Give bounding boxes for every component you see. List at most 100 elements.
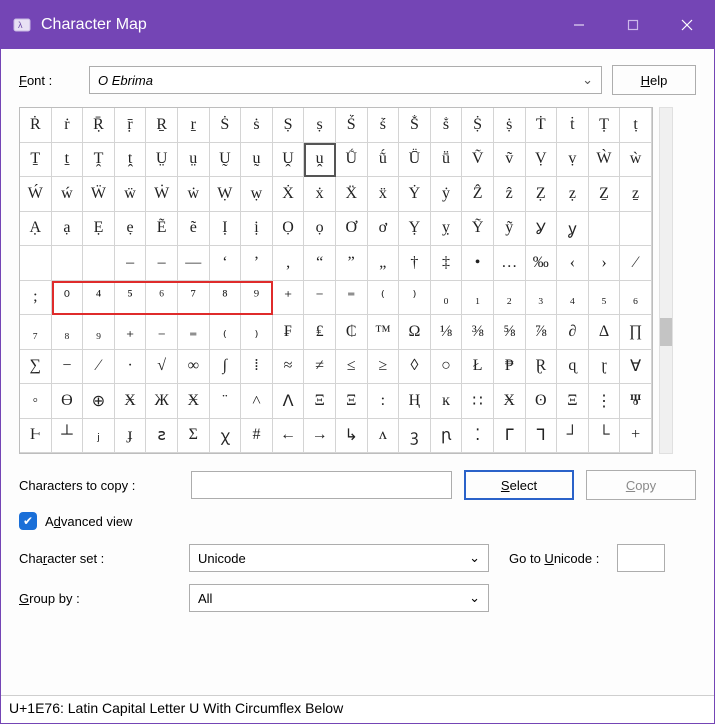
char-cell[interactable]: ṡ <box>241 108 273 143</box>
char-cell[interactable]: Ω <box>399 315 431 350</box>
char-cell[interactable]: ∙ <box>115 350 147 385</box>
char-cell[interactable]: ṽ <box>494 143 526 178</box>
char-cell[interactable]: ₉ <box>83 315 115 350</box>
char-cell[interactable]: ⁴ <box>83 281 115 316</box>
char-cell[interactable]: ⁶ <box>146 281 178 316</box>
char-cell[interactable]: Ṻ <box>399 143 431 178</box>
char-cell[interactable]: + <box>620 419 652 454</box>
char-cell[interactable]: ’ <box>241 246 273 281</box>
char-cell[interactable]: Ж <box>146 384 178 419</box>
char-cell[interactable]: • <box>462 246 494 281</box>
char-cell[interactable]: ™ <box>368 315 400 350</box>
char-cell[interactable]: ṿ <box>557 143 589 178</box>
char-cell[interactable]: Ṥ <box>336 108 368 143</box>
char-cell[interactable]: — <box>178 246 210 281</box>
char-cell[interactable]: ẃ <box>52 177 84 212</box>
char-cell[interactable]: ṩ <box>494 108 526 143</box>
char-cell[interactable]: ₍ <box>210 315 242 350</box>
char-cell[interactable]: ₇ <box>20 315 52 350</box>
char-cell[interactable]: ≥ <box>368 350 400 385</box>
char-cell[interactable]: ₋ <box>146 315 178 350</box>
char-cell[interactable]: ẇ <box>178 177 210 212</box>
char-cell[interactable]: Ẁ <box>589 143 621 178</box>
char-cell[interactable]: › <box>589 246 621 281</box>
char-cell[interactable]: ⁹ <box>241 281 273 316</box>
char-cell[interactable]: ṝ <box>115 108 147 143</box>
char-cell[interactable]: ∆ <box>589 315 621 350</box>
close-button[interactable] <box>660 1 714 49</box>
char-cell[interactable]: ꙅ <box>146 419 178 454</box>
char-cell[interactable]: ₃ <box>526 281 558 316</box>
char-cell[interactable]: Ẋ <box>273 177 305 212</box>
char-cell[interactable]: ← <box>273 419 305 454</box>
char-cell[interactable]: ‹ <box>557 246 589 281</box>
char-cell[interactable]: Ӿ <box>494 384 526 419</box>
char-cell[interactable]: Ẅ <box>83 177 115 212</box>
advanced-checkbox[interactable]: ✔ <box>19 512 37 530</box>
char-cell[interactable]: ⁚ <box>462 419 494 454</box>
char-cell[interactable]: ◦ <box>20 384 52 419</box>
char-cell[interactable]: ṱ <box>115 143 147 178</box>
char-cell[interactable] <box>52 246 84 281</box>
char-cell[interactable] <box>20 246 52 281</box>
charset-combo[interactable]: Unicode ⌄ <box>189 544 489 572</box>
char-cell[interactable]: Ṙ <box>20 108 52 143</box>
char-cell[interactable]: „ <box>368 246 400 281</box>
char-cell[interactable]: ẍ <box>368 177 400 212</box>
char-cell[interactable]: ẹ <box>115 212 147 247</box>
char-cell[interactable]: Ⱶ <box>20 419 52 454</box>
char-cell[interactable]: – <box>146 246 178 281</box>
char-cell[interactable]: ⁾ <box>399 281 431 316</box>
char-cell[interactable]: ɋ <box>557 350 589 385</box>
char-cell[interactable]: ⁄ <box>620 246 652 281</box>
char-cell[interactable]: ₤ <box>304 315 336 350</box>
char-cell[interactable]: Ξ <box>336 384 368 419</box>
char-cell[interactable]: : <box>368 384 400 419</box>
char-cell[interactable]: Ṳ <box>146 143 178 178</box>
char-cell[interactable]: Ɽ <box>526 350 558 385</box>
char-cell[interactable]: ₂ <box>494 281 526 316</box>
char-cell[interactable]: ṧ <box>431 108 463 143</box>
char-cell[interactable]: ỿ <box>557 212 589 247</box>
minimize-button[interactable] <box>552 1 606 49</box>
character-grid[interactable]: ṘṙṜṝṞṟṠṡṢṣṤṥṦṧṨṩṪṫṬṭṮṯṰṱṲṳṴṵṶṷṸṹṺṻṼṽṾṿẀẁ… <box>19 107 653 454</box>
char-cell[interactable]: ∀ <box>620 350 652 385</box>
char-cell[interactable]: ṥ <box>368 108 400 143</box>
char-cell[interactable]: Ӿ <box>178 384 210 419</box>
char-cell[interactable]: ẉ <box>241 177 273 212</box>
char-cell[interactable]: ⁺ <box>273 281 305 316</box>
char-cell[interactable]: Ẃ <box>20 177 52 212</box>
char-cell[interactable]: ∕ <box>83 350 115 385</box>
char-cell[interactable]: ⅜ <box>462 315 494 350</box>
char-cell[interactable]: ⁽ <box>368 281 400 316</box>
char-cell[interactable]: ṻ <box>431 143 463 178</box>
char-cell[interactable]: ɽ <box>589 350 621 385</box>
char-cell[interactable]: ẅ <box>115 177 147 212</box>
char-cell[interactable]: ≤ <box>336 350 368 385</box>
scrollbar-thumb[interactable] <box>660 318 672 346</box>
char-cell[interactable]: ᒣ <box>526 419 558 454</box>
char-cell[interactable]: ₁ <box>462 281 494 316</box>
char-cell[interactable]: ⁵ <box>115 281 147 316</box>
char-cell[interactable]: ┘ <box>557 419 589 454</box>
char-cell[interactable]: ṹ <box>368 143 400 178</box>
char-cell[interactable]: Ӿ <box>115 384 147 419</box>
char-cell[interactable]: Ạ <box>20 212 52 247</box>
char-cell[interactable]: Ẉ <box>210 177 242 212</box>
char-cell[interactable]: ẽ <box>178 212 210 247</box>
char-cell[interactable]: ṭ <box>620 108 652 143</box>
char-cell[interactable]: ₊ <box>115 315 147 350</box>
char-cell[interactable]: ẑ <box>494 177 526 212</box>
char-cell[interactable]: ị <box>241 212 273 247</box>
char-cell[interactable]: ‘ <box>210 246 242 281</box>
char-cell[interactable]: Σ <box>178 419 210 454</box>
char-cell[interactable]: Ẕ <box>589 177 621 212</box>
char-cell[interactable]: ₀ <box>431 281 463 316</box>
char-cell[interactable]: ≠ <box>304 350 336 385</box>
char-cell[interactable]: Ξ <box>304 384 336 419</box>
char-cell[interactable]: ₱ <box>494 350 526 385</box>
char-cell[interactable]: Ṫ <box>526 108 558 143</box>
char-cell[interactable]: # <box>241 419 273 454</box>
char-cell[interactable]: ⁻ <box>304 281 336 316</box>
char-cell[interactable]: Ṧ <box>399 108 431 143</box>
